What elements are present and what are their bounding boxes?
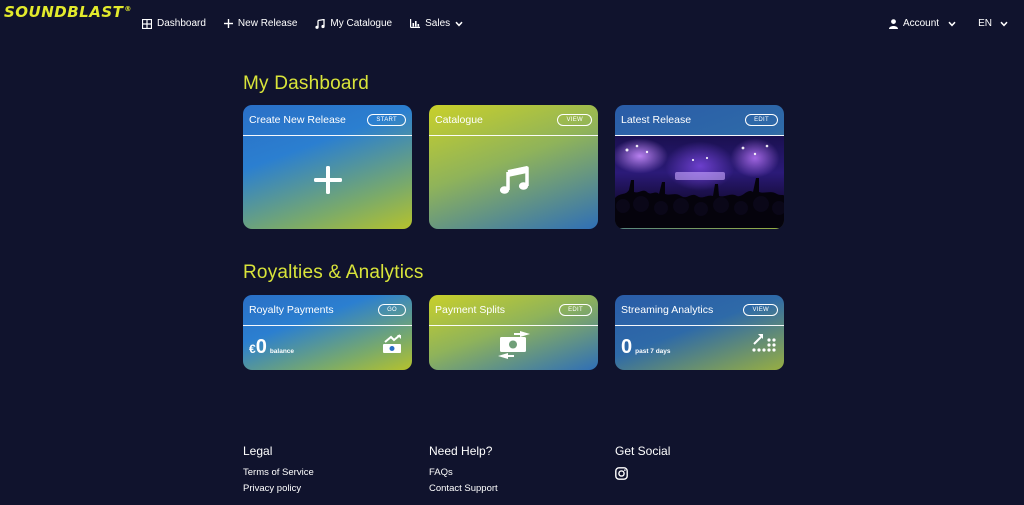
card-title: Latest Release — [621, 114, 692, 126]
card-header: Catalogue VIEW — [429, 105, 598, 136]
nav-item-new-release[interactable]: New Release — [223, 18, 298, 29]
account-label: Account — [902, 18, 940, 29]
royalty-payments-card[interactable]: Royalty Payments GO €0 balance — [243, 295, 412, 370]
card-header: Royalty Payments GO — [243, 295, 412, 326]
streaming-analytics-card[interactable]: Streaming Analytics VIEW 0 past 7 days — [615, 295, 784, 370]
language-menu[interactable]: EN — [978, 18, 1008, 29]
nav-item-label: New Release — [237, 18, 298, 29]
main-nav: Dashboard New Release My Catalogue Sales — [142, 18, 463, 29]
card-header: Payment Splits EDIT — [429, 295, 598, 326]
nav-item-sales[interactable]: Sales — [410, 18, 463, 29]
streams-unit: past 7 days — [635, 348, 671, 355]
nav-item-label: Dashboard — [157, 18, 206, 29]
footer-heading: Legal — [243, 444, 273, 458]
nav-right: Account EN — [888, 18, 1008, 29]
music-note-icon — [499, 165, 529, 200]
card-header: Latest Release EDIT — [615, 105, 784, 136]
go-button[interactable]: GO — [378, 304, 406, 316]
start-button[interactable]: START — [367, 114, 406, 126]
card-header: Create New Release START — [243, 105, 412, 136]
nav-item-label: Sales — [425, 18, 451, 29]
payment-splits-card[interactable]: Payment Splits EDIT — [429, 295, 598, 370]
dashboard-title: My Dashboard — [243, 73, 369, 94]
concert-photo — [615, 136, 784, 228]
footer-heading: Need Help? — [429, 444, 493, 458]
nav-item-dashboard[interactable]: Dashboard — [142, 18, 206, 29]
music-note-icon — [315, 18, 326, 29]
card-title: Payment Splits — [435, 304, 506, 316]
brand-logo-text: SOUNDBLAST — [4, 3, 124, 21]
money-growth-icon — [382, 334, 404, 359]
terms-of-service-link[interactable]: Terms of Service — [243, 467, 314, 478]
registered-mark: ® — [124, 5, 132, 13]
chevron-down-icon — [455, 21, 463, 27]
footer-help: Need Help? FAQs Contact Support — [429, 444, 498, 499]
chevron-down-icon — [1000, 21, 1008, 27]
footer-heading: Get Social — [615, 444, 671, 458]
card-body: €0 balance — [243, 326, 412, 369]
card-header: Streaming Analytics VIEW — [615, 295, 784, 326]
footer-legal: Legal Terms of Service Privacy policy — [243, 444, 314, 499]
currency-symbol: € — [249, 342, 256, 356]
latest-release-card[interactable]: Latest Release EDIT — [615, 105, 784, 229]
card-title: Royalty Payments — [249, 304, 334, 316]
contact-support-link[interactable]: Contact Support — [429, 483, 498, 494]
card-body — [429, 326, 598, 369]
instagram-icon[interactable] — [615, 467, 628, 485]
faqs-link[interactable]: FAQs — [429, 467, 498, 478]
view-button[interactable]: VIEW — [557, 114, 592, 126]
view-button[interactable]: VIEW — [743, 304, 778, 316]
grid-icon — [142, 18, 152, 29]
account-menu[interactable]: Account — [888, 18, 956, 29]
language-label: EN — [978, 18, 992, 29]
streams-stat: 0 past 7 days — [621, 336, 671, 359]
balance-value: 0 — [255, 336, 267, 358]
money-transfer-icon — [496, 330, 532, 365]
card-title: Streaming Analytics — [621, 304, 714, 316]
catalogue-card[interactable]: Catalogue VIEW — [429, 105, 598, 229]
card-title: Create New Release — [249, 114, 346, 126]
nav-item-my-catalogue[interactable]: My Catalogue — [315, 18, 392, 29]
royalties-title: Royalties & Analytics — [243, 262, 424, 283]
balance-stat: €0 balance — [249, 336, 294, 359]
nav-item-label: My Catalogue — [330, 18, 393, 29]
privacy-policy-link[interactable]: Privacy policy — [243, 483, 314, 494]
footer-social: Get Social — [615, 444, 670, 485]
card-body — [243, 136, 412, 228]
plus-icon — [223, 19, 233, 28]
edit-button[interactable]: EDIT — [559, 304, 592, 316]
plus-icon — [313, 165, 343, 200]
chevron-down-icon — [948, 21, 956, 27]
brand-logo[interactable]: SOUNDBLAST® — [4, 3, 132, 21]
dot-chart-icon — [752, 332, 776, 359]
create-release-card[interactable]: Create New Release START — [243, 105, 412, 229]
bar-chart-icon — [410, 19, 421, 28]
user-icon — [888, 18, 898, 29]
balance-unit: balance — [269, 348, 295, 355]
card-body — [429, 136, 598, 228]
edit-button[interactable]: EDIT — [745, 114, 778, 126]
card-title: Catalogue — [435, 114, 483, 126]
card-body: 0 past 7 days — [615, 326, 784, 369]
streams-value: 0 — [621, 336, 633, 358]
